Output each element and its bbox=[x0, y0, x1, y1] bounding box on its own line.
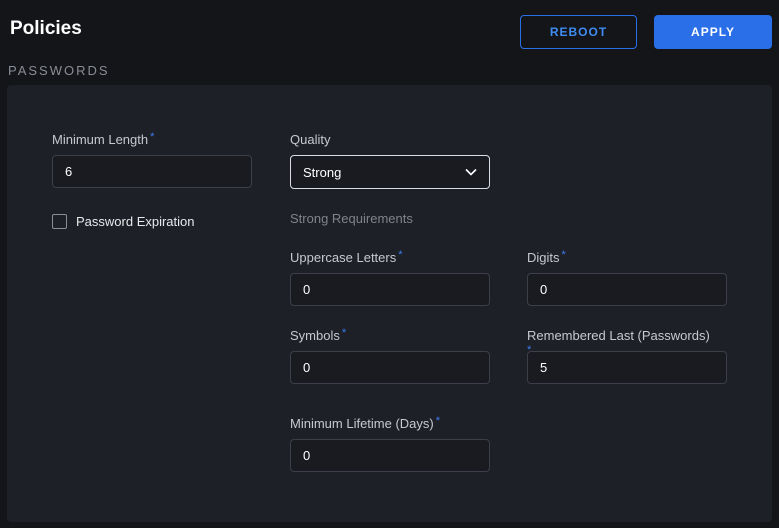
symbols-input[interactable] bbox=[290, 351, 490, 384]
strong-requirements-label: Strong Requirements bbox=[290, 211, 413, 226]
section-label-passwords: PASSWORDS bbox=[8, 63, 110, 78]
required-marker: * bbox=[398, 249, 402, 261]
passwords-panel: Minimum Length* Quality Strong Password … bbox=[7, 85, 772, 522]
digits-label: Digits* bbox=[527, 250, 566, 265]
required-marker: * bbox=[150, 131, 154, 143]
apply-button[interactable]: APPLY bbox=[654, 15, 772, 49]
symbols-label: Symbols* bbox=[290, 328, 346, 343]
quality-label: Quality bbox=[290, 132, 330, 147]
minimum-length-input[interactable] bbox=[52, 155, 252, 188]
password-expiration-checkbox[interactable] bbox=[52, 214, 67, 229]
uppercase-letters-label: Uppercase Letters* bbox=[290, 250, 403, 265]
chevron-down-icon bbox=[465, 168, 477, 176]
quality-select-value: Strong bbox=[303, 165, 341, 180]
reboot-button[interactable]: REBOOT bbox=[520, 15, 637, 49]
required-marker: * bbox=[342, 327, 346, 339]
minimum-length-label: Minimum Length* bbox=[52, 132, 154, 147]
uppercase-letters-input[interactable] bbox=[290, 273, 490, 306]
remembered-last-input[interactable] bbox=[527, 351, 727, 384]
digits-input[interactable] bbox=[527, 273, 727, 306]
password-expiration-row[interactable]: Password Expiration bbox=[52, 214, 195, 229]
minimum-lifetime-input[interactable] bbox=[290, 439, 490, 472]
page-title: Policies bbox=[10, 18, 82, 40]
quality-select[interactable]: Strong bbox=[290, 155, 490, 189]
required-marker: * bbox=[436, 415, 440, 427]
password-expiration-label: Password Expiration bbox=[76, 214, 195, 229]
required-marker: * bbox=[562, 249, 566, 261]
minimum-lifetime-label: Minimum Lifetime (Days)* bbox=[290, 416, 440, 431]
